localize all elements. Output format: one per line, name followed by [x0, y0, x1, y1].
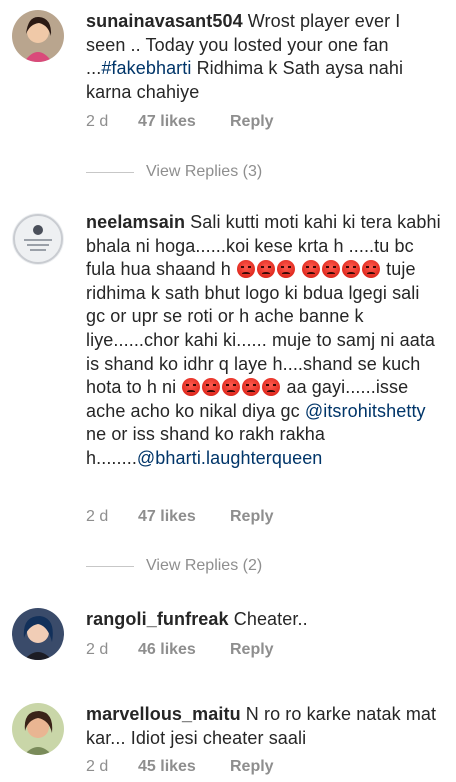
pouting-face-icon — [322, 260, 341, 279]
hashtag-link[interactable]: #fakebharti — [101, 58, 191, 78]
timestamp: 2 d — [86, 758, 109, 775]
pouting-face-icon — [276, 260, 295, 279]
comment-meta: 2 d 45 likes Reply — [86, 758, 274, 776]
username[interactable]: sunainavasant504 — [86, 11, 243, 31]
mention-link[interactable]: @bharti.laughterqueen — [137, 448, 323, 468]
pouting-face-icon — [236, 260, 255, 279]
avatar[interactable] — [12, 10, 64, 62]
avatar[interactable] — [12, 213, 64, 265]
likes-count[interactable]: 45 likes — [138, 758, 230, 776]
comment-text: marvellous_maitu N ro ro karke natak mat… — [86, 704, 437, 748]
reply-button[interactable]: Reply — [230, 758, 274, 776]
divider-line — [86, 171, 134, 173]
likes-count[interactable]: 46 likes — [138, 641, 230, 659]
reply-button[interactable]: Reply — [230, 508, 274, 526]
likes-count[interactable]: 47 likes — [138, 508, 230, 526]
timestamp: 2 d — [86, 113, 109, 130]
pouting-face-icon — [262, 378, 281, 397]
view-replies-button[interactable]: View Replies (2) — [86, 557, 262, 575]
username[interactable]: marvellous_maitu — [86, 704, 241, 724]
pouting-face-icon — [362, 260, 381, 279]
pouting-face-icon — [242, 378, 261, 397]
username[interactable]: neelamsain — [86, 212, 185, 232]
reply-button[interactable]: Reply — [230, 113, 274, 131]
comment-meta: 2 d 46 likes Reply — [86, 641, 274, 659]
comment-text: neelamsain Sali kutti moti kahi ki tera … — [86, 212, 441, 468]
pouting-face-icon — [182, 378, 201, 397]
view-replies-label: View Replies (3) — [146, 163, 263, 180]
pouting-face-icon — [302, 260, 321, 279]
username[interactable]: rangoli_funfreak — [86, 609, 229, 629]
comment-meta: 2 d 47 likes Reply — [86, 508, 274, 526]
timestamp: 2 d — [86, 641, 109, 658]
pouting-face-icon — [256, 260, 275, 279]
view-replies-label: View Replies (2) — [146, 557, 263, 574]
pouting-face-icon — [342, 260, 361, 279]
view-replies-button[interactable]: View Replies (3) — [86, 163, 262, 181]
avatar[interactable] — [12, 608, 64, 660]
pouting-face-icon — [202, 378, 221, 397]
reply-button[interactable]: Reply — [230, 641, 274, 659]
avatar[interactable] — [12, 703, 64, 755]
comment-text: sunainavasant504 Wrost player ever I see… — [86, 11, 404, 102]
likes-count[interactable]: 47 likes — [138, 113, 230, 131]
timestamp: 2 d — [86, 508, 109, 525]
comment-meta: 2 d 47 likes Reply — [86, 113, 274, 131]
divider-line — [86, 565, 134, 567]
pouting-face-icon — [222, 378, 241, 397]
comment-text: rangoli_funfreak Cheater.. — [86, 609, 308, 629]
mention-link[interactable]: @itsrohitshetty — [305, 401, 426, 421]
